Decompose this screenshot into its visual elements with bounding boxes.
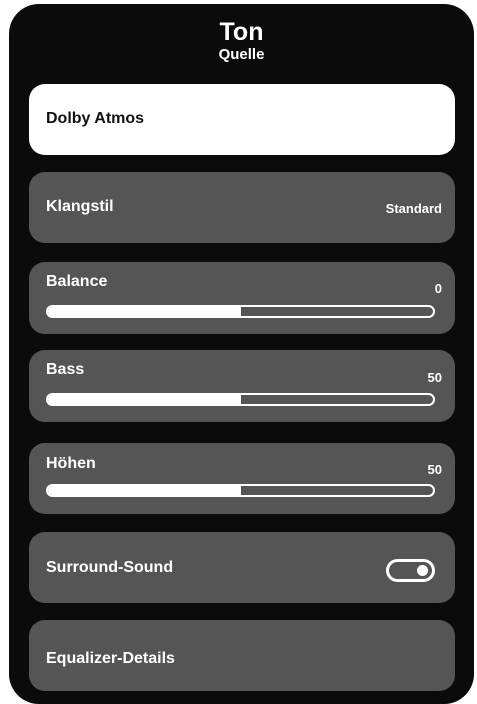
slider-fill (48, 486, 241, 495)
item-label: Balance (46, 273, 108, 290)
item-label: Höhen (46, 455, 96, 472)
item-label: Klangstil (46, 198, 114, 215)
toggle-switch-icon[interactable] (386, 559, 435, 582)
treble-item[interactable]: Höhen 50 (29, 443, 455, 514)
slider-fill (48, 307, 241, 316)
page-subtitle: Quelle (218, 46, 265, 63)
page-title: Ton (219, 18, 264, 46)
balance-slider[interactable] (46, 305, 435, 318)
sound-style-item[interactable]: Klangstil Standard (29, 172, 455, 243)
bass-slider[interactable] (46, 393, 435, 406)
item-value: 50 (427, 462, 442, 477)
item-value: 0 (434, 281, 442, 296)
item-value: Standard (385, 201, 442, 216)
panel-header: Ton Quelle (9, 18, 474, 64)
treble-slider[interactable] (46, 484, 435, 497)
sound-settings-panel: Ton Quelle Dolby Atmos Klangstil Standar… (9, 4, 474, 704)
slider-fill (48, 395, 241, 404)
balance-item[interactable]: Balance 0 (29, 262, 455, 334)
item-label: Surround-Sound (46, 559, 174, 576)
surround-sound-item[interactable]: Surround-Sound (29, 532, 455, 603)
toggle-knob (417, 565, 428, 576)
item-label: Dolby Atmos (46, 110, 145, 127)
equalizer-details-item[interactable]: Equalizer-Details (29, 620, 455, 691)
item-label: Equalizer-Details (46, 650, 175, 667)
bass-item[interactable]: Bass 50 (29, 350, 455, 422)
item-label: Bass (46, 361, 85, 378)
dolby-atmos-item[interactable]: Dolby Atmos (29, 84, 455, 155)
item-value: 50 (427, 370, 442, 385)
